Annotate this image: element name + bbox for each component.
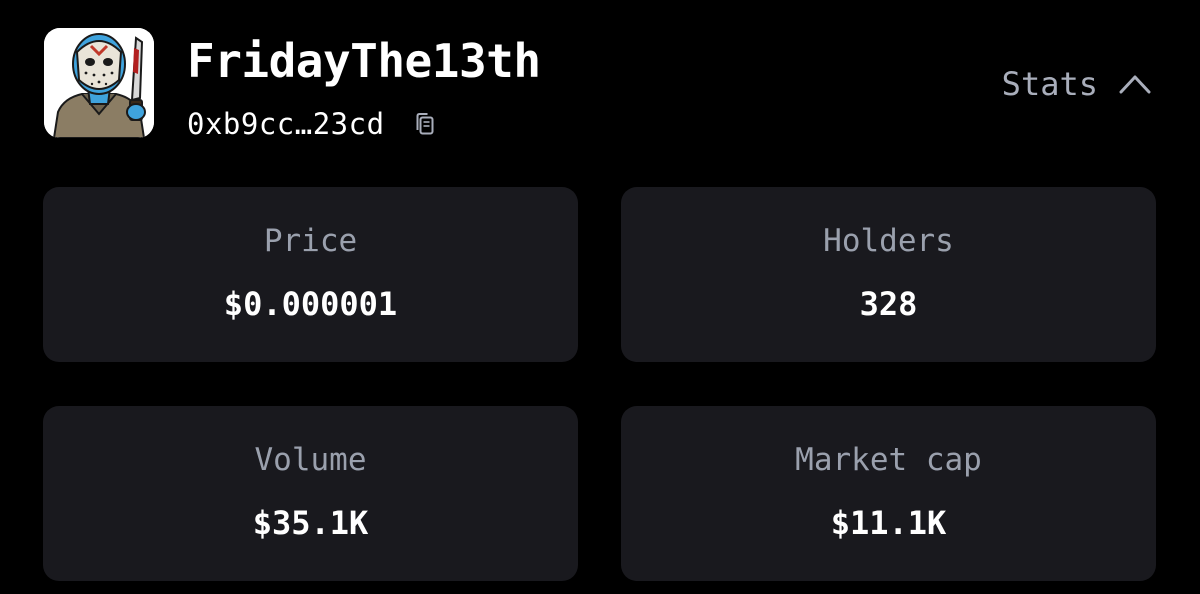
stats-label: Stats [1001, 65, 1098, 103]
stat-value: $35.1K [252, 504, 369, 542]
stat-label: Market cap [795, 442, 982, 478]
stat-card-holders: Holders 328 [621, 187, 1156, 362]
hockey-mask-character-icon [44, 28, 154, 138]
copy-icon [416, 113, 434, 135]
copy-address-button[interactable] [411, 110, 439, 138]
stat-value: $0.000001 [223, 285, 398, 323]
chevron-up-icon [1118, 72, 1152, 96]
token-stats-page: FridayThe13th 0xb9cc…23cd Stats Price $0… [0, 0, 1200, 594]
stat-label: Volume [254, 442, 367, 478]
stat-value: 328 [859, 285, 918, 323]
token-name: FridayThe13th [187, 34, 541, 88]
token-avatar [44, 28, 154, 138]
stat-label: Price [263, 223, 358, 259]
stat-card-volume: Volume $35.1K [43, 406, 578, 581]
stat-card-price: Price $0.000001 [43, 187, 578, 362]
address-row: 0xb9cc…23cd [187, 104, 439, 144]
token-address: 0xb9cc…23cd [187, 107, 385, 141]
stats-toggle-button[interactable]: Stats [1002, 62, 1152, 106]
stat-label: Holders [823, 223, 954, 259]
stat-card-market-cap: Market cap $11.1K [621, 406, 1156, 581]
stat-value: $11.1K [830, 504, 947, 542]
